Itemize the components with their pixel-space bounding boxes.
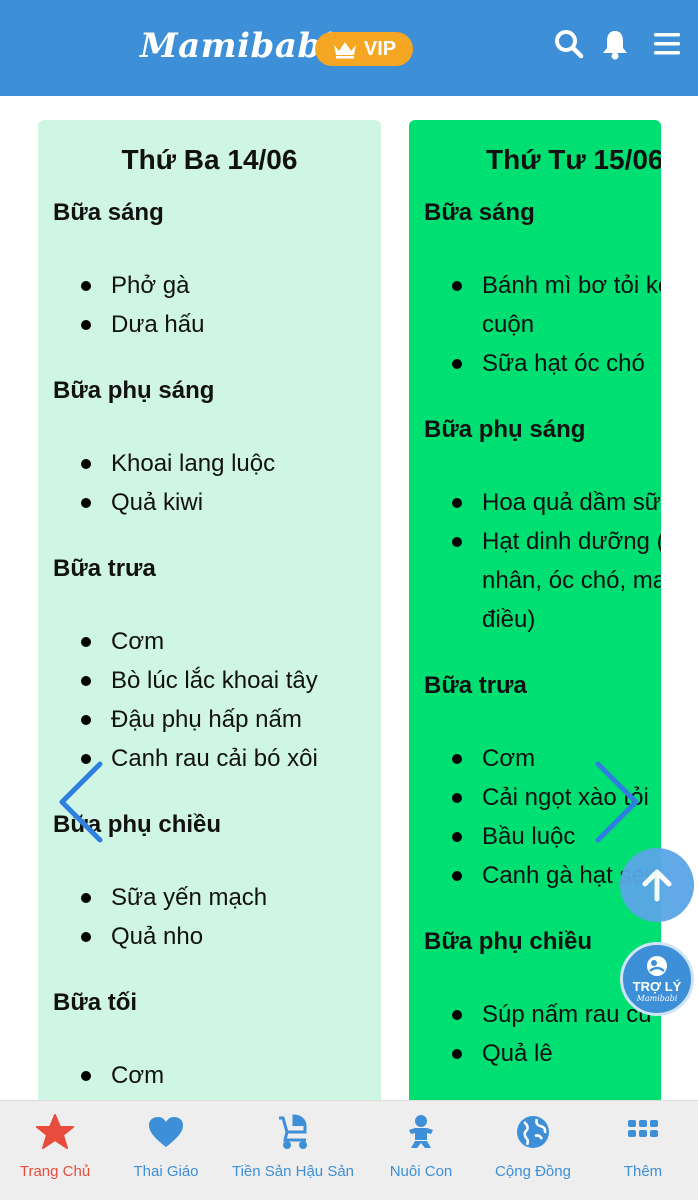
meal-item-list: Bánh mì bơ tỏi kèm trứng cuộnSữa hạt óc … [452, 266, 661, 383]
meal-plan-carousel[interactable]: Thứ Ba 14/06 Bữa sáng Phở gà Dưa hấu Bữa ph… [0, 96, 698, 1100]
meal-section: Bữa sáng Bánh mì bơ tỏi kèm trứng cuộnSữa… [424, 198, 661, 383]
meal-item: Cơm [81, 1056, 381, 1095]
nav-label: Nuôi Con [389, 1163, 453, 1180]
meal-item: Canh rau cải bó xôi [81, 739, 381, 778]
nav-community[interactable]: Cộng Đồng [478, 1101, 588, 1200]
assistant-button[interactable]: TRỢ LÝ Mamibabi [620, 942, 694, 1016]
star-icon [36, 1114, 74, 1149]
app-logo[interactable]: Mamibabi [140, 26, 335, 66]
meal-item: Bánh mì bơ tỏi kèm trứng cuộn [452, 266, 661, 344]
meal-item: Bò lúc lắc khoai tây [81, 661, 381, 700]
arrow-up-icon [642, 869, 672, 902]
nav-label: Tiền Sản Hậu Sản [231, 1163, 355, 1180]
meal-item: Khoai lang luộc [81, 444, 381, 483]
meal-name: Bữa sáng [53, 199, 164, 226]
nav-parenting[interactable]: Nuôi Con [364, 1101, 478, 1200]
heart-icon [149, 1117, 183, 1147]
baby-icon [409, 1115, 433, 1148]
assistant-icon [647, 956, 667, 976]
meal-item-list: Khoai lang luộc Quả kiwi [81, 444, 381, 522]
meal-item: Quả nho [81, 917, 381, 956]
nav-more[interactable]: Thêm [588, 1101, 698, 1200]
crown-icon [333, 42, 356, 59]
meal-item: Phở gà [81, 266, 381, 305]
meal-name: Bữa tối [53, 989, 138, 1016]
meal-section: Bữa phụ sáng Khoai lang luộc Quả kiwi [53, 376, 381, 522]
vip-badge[interactable]: VIP [315, 32, 413, 66]
meal-name: Bữa sáng [424, 199, 535, 226]
meal-section: Bữa tối CơmCá diêu hồng chiên [53, 988, 381, 1100]
assistant-brand: Mamibabi [636, 994, 678, 1003]
day-card-1: Thứ Tư 15/06 Bữa sáng Bánh mì bơ tỏi kèm … [409, 120, 661, 1100]
meal-item: Cơm [81, 622, 381, 661]
meal-name: Bữa phụ sáng [424, 416, 586, 443]
nav-pre-post-natal[interactable]: Tiền Sản Hậu Sản [222, 1101, 364, 1200]
day-card-0: Thứ Ba 14/06 Bữa sáng Phở gà Dưa hấu Bữa ph… [38, 120, 381, 1100]
bottom-navigation: Trang Chủ Thai Giáo Tiền Sản Hậu Sản Nuô… [0, 1100, 698, 1200]
meal-item: Dưa hấu [81, 305, 381, 344]
meal-name: Bữa trưa [53, 555, 156, 582]
scroll-to-top-button[interactable] [620, 848, 694, 922]
meal-item: Quả kiwi [81, 483, 381, 522]
search-icon[interactable] [552, 27, 586, 61]
meal-item: Hạt dinh dưỡng (hạnh nhân, óc chó, macca… [452, 522, 661, 639]
meal-item-list: CơmCá diêu hồng chiên [81, 1056, 381, 1100]
nav-label: Thêm [623, 1163, 663, 1180]
nav-home[interactable]: Trang Chủ [0, 1101, 110, 1200]
bell-icon[interactable] [598, 27, 632, 61]
stroller-icon [279, 1114, 307, 1149]
day-title: Thứ Tư 15/06 [486, 144, 661, 175]
meal-item: Sữa hạt óc chó [452, 344, 661, 383]
meal-item: Đậu phụ hấp nấm [81, 700, 381, 739]
meal-name: Bữa phụ chiều [424, 928, 593, 955]
meal-item: Hoa quả dầm sữa chua [452, 483, 661, 522]
nav-prenatal-education[interactable]: Thai Giáo [110, 1101, 222, 1200]
meal-item-list: Cơm Bò lúc lắc khoai tây Đậu phụ hấp nấm Ca… [81, 622, 381, 778]
top-app-bar: Mamibabi VIP [0, 0, 698, 96]
day-title: Thứ Ba 14/06 [121, 144, 298, 175]
meal-item: Quả lê [452, 1034, 661, 1073]
vip-label: VIP [363, 37, 397, 60]
nav-label: Trang Chủ [19, 1163, 91, 1180]
meal-name: Bữa phụ sáng [53, 377, 215, 404]
globe-icon [517, 1116, 549, 1148]
nav-label: Cộng Đồng [495, 1163, 571, 1180]
meal-item-list: Phở gà Dưa hấu [81, 266, 381, 344]
meal-item-list: Hoa quả dầm sữa chuaHạt dinh dưỡng (hạnh… [452, 483, 661, 639]
carousel-prev-arrow[interactable] [56, 760, 106, 844]
menu-icon[interactable] [650, 27, 684, 61]
assistant-label: TRỢ LÝ [632, 979, 682, 994]
meal-name: Bữa trưa [424, 672, 527, 699]
carousel-next-arrow[interactable] [592, 760, 642, 844]
meal-item: Sữa yến mạch [81, 878, 381, 917]
nav-label: Thai Giáo [133, 1163, 199, 1180]
meal-section: Bữa phụ chiều Súp nấm rau củ Quả lê [424, 927, 661, 1073]
meal-section: Bữa phụ sáng Hoa quả dầm sữa chuaHạt dinh… [424, 415, 661, 639]
grid-icon [628, 1120, 658, 1137]
meal-item-list: Sữa yến mạch Quả nho [81, 878, 381, 956]
meal-section: Bữa sáng Phở gà Dưa hấu [53, 198, 381, 344]
meal-section: Bữa trưa Cơm Bò lúc lắc khoai tây Đậu phụ h… [53, 554, 381, 778]
